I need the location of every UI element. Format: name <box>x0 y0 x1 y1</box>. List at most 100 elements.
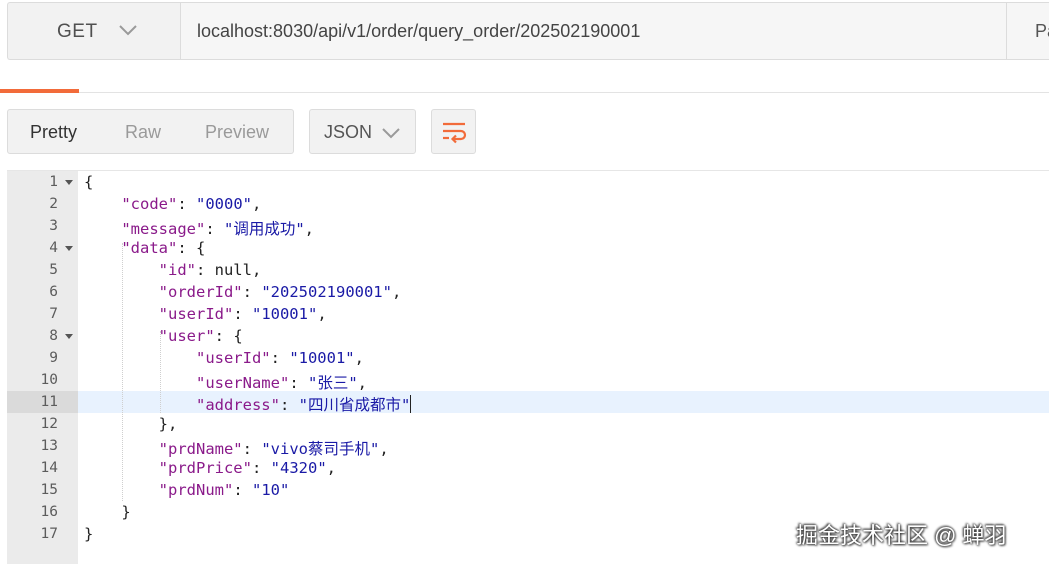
response-tab-bar <box>0 76 1049 93</box>
gutter-cell: 5 <box>7 259 78 281</box>
json-key: "userId" <box>158 305 234 323</box>
json-key: "address" <box>195 396 280 414</box>
code-line[interactable]: 7 "userId": "10001", <box>7 303 1049 325</box>
code-line[interactable]: 1{ <box>7 171 1049 193</box>
line-number: 15 <box>40 482 58 498</box>
params-button[interactable]: Pa <box>1007 2 1049 60</box>
json-key: "id" <box>158 261 196 279</box>
line-number: 6 <box>49 284 58 300</box>
json-punctuation: }, <box>84 415 178 433</box>
line-number: 1 <box>49 174 58 190</box>
code-line[interactable]: 9 "userId": "10001", <box>7 347 1049 369</box>
json-punctuation <box>84 396 196 414</box>
code-text: "data": { <box>84 239 205 257</box>
code-text: "message": "调用成功", <box>84 217 314 239</box>
code-line[interactable]: 3 "message": "调用成功", <box>7 215 1049 239</box>
code-text: "user": { <box>84 327 243 345</box>
code-text: "address": "四川省成都市" <box>84 393 412 415</box>
fold-toggle-icon[interactable] <box>65 180 73 185</box>
view-mode-raw[interactable]: Raw <box>125 122 161 143</box>
gutter-cell: 10 <box>7 369 78 391</box>
gutter-cell: 16 <box>7 501 78 523</box>
code-line[interactable]: 2 "code": "0000", <box>7 193 1049 215</box>
json-string: "四川省成都市" <box>298 396 411 414</box>
line-number: 13 <box>40 438 58 454</box>
code-line-background <box>78 237 1049 259</box>
json-key: "userName" <box>195 374 290 392</box>
json-punctuation: : <box>233 481 252 499</box>
json-string: "4320" <box>270 459 327 477</box>
code-line[interactable]: 4 "data": { <box>7 237 1049 259</box>
code-text: "prdName": "vivo蔡司手机", <box>84 437 389 459</box>
view-mode-preview[interactable]: Preview <box>205 122 269 143</box>
code-line-background <box>78 171 1049 193</box>
json-punctuation: : <box>233 305 252 323</box>
line-number: 8 <box>49 328 58 344</box>
json-punctuation: : { <box>177 239 206 257</box>
response-body-editor[interactable]: 1{2 "code": "0000", 3 "message": "调用成功", 4… <box>7 170 1049 564</box>
code-text: "prdNum": "10" <box>84 481 290 499</box>
line-number: 17 <box>40 526 58 542</box>
code-line[interactable]: 12 }, <box>7 413 1049 435</box>
url-text: localhost:8030/api/v1/order/query_order/… <box>197 21 641 41</box>
json-string: "调用成功" <box>224 220 305 238</box>
watermark: 掘金技术社区 @ 蝉羽 <box>796 523 1007 548</box>
line-number: 16 <box>40 504 58 520</box>
code-text: "userName": "张三", <box>84 371 367 393</box>
line-number: 11 <box>40 394 58 410</box>
view-mode-pretty[interactable]: Pretty <box>30 122 77 143</box>
fold-toggle-icon[interactable] <box>65 246 73 251</box>
json-string: "202502190001" <box>261 283 392 301</box>
json-punctuation: : <box>242 440 262 458</box>
gutter-cell: 17 <box>7 523 78 545</box>
gutter-cell: 8 <box>7 325 78 347</box>
code-line[interactable]: 5 "id": null, <box>7 259 1049 281</box>
json-punctuation <box>84 349 196 367</box>
code-line[interactable]: 14 "prdPrice": "4320", <box>7 457 1049 479</box>
code-text: "userId": "10001", <box>84 305 327 323</box>
request-bar: GET localhost:8030/api/v1/order/query_or… <box>0 0 1049 76</box>
code-text: } <box>84 525 93 543</box>
code-line[interactable]: 6 "orderId": "202502190001", <box>7 281 1049 303</box>
json-key: "message" <box>121 220 206 238</box>
json-punctuation: : <box>279 396 299 414</box>
wrap-lines-button[interactable] <box>431 109 476 154</box>
json-string: "vivo蔡司手机" <box>261 440 380 458</box>
gutter-cell: 14 <box>7 457 78 479</box>
url-input[interactable]: localhost:8030/api/v1/order/query_order/… <box>180 2 1007 60</box>
json-punctuation: : <box>177 195 196 213</box>
gutter-cell: 9 <box>7 347 78 369</box>
code-text: "code": "0000", <box>84 195 261 213</box>
json-key: "data" <box>121 239 178 257</box>
code-text: "orderId": "202502190001", <box>84 283 402 301</box>
code-line[interactable]: 10 "userName": "张三", <box>7 369 1049 393</box>
gutter-cell: 15 <box>7 479 78 501</box>
line-number: 5 <box>49 262 58 278</box>
json-punctuation: , <box>317 305 327 323</box>
gutter-cell: 11 <box>7 391 78 413</box>
json-string: "10001" <box>289 349 355 367</box>
json-punctuation <box>84 374 196 392</box>
chevron-down-icon <box>382 128 400 139</box>
json-punctuation: : <box>289 374 308 392</box>
format-label: JSON <box>324 122 373 142</box>
gutter-cell: 13 <box>7 435 78 457</box>
json-punctuation: : null, <box>195 261 262 279</box>
json-punctuation: : <box>270 349 290 367</box>
json-punctuation: , <box>304 220 315 238</box>
json-punctuation: : { <box>214 327 243 345</box>
method-select[interactable]: GET <box>7 2 180 60</box>
format-select[interactable]: JSON <box>309 109 416 154</box>
code-line[interactable]: 11 "address": "四川省成都市" <box>7 391 1049 415</box>
json-key: "orderId" <box>158 283 243 301</box>
chevron-down-icon <box>119 25 137 36</box>
code-line[interactable]: 13 "prdName": "vivo蔡司手机", <box>7 435 1049 459</box>
code-line[interactable]: 15 "prdNum": "10" <box>7 479 1049 501</box>
json-punctuation: } <box>84 503 131 521</box>
json-punctuation: , <box>391 283 402 301</box>
code-line[interactable]: 8 "user": { <box>7 325 1049 347</box>
json-string: "10001" <box>251 305 318 323</box>
json-punctuation: , <box>326 459 336 477</box>
fold-toggle-icon[interactable] <box>65 334 73 339</box>
line-number: 7 <box>49 306 58 322</box>
